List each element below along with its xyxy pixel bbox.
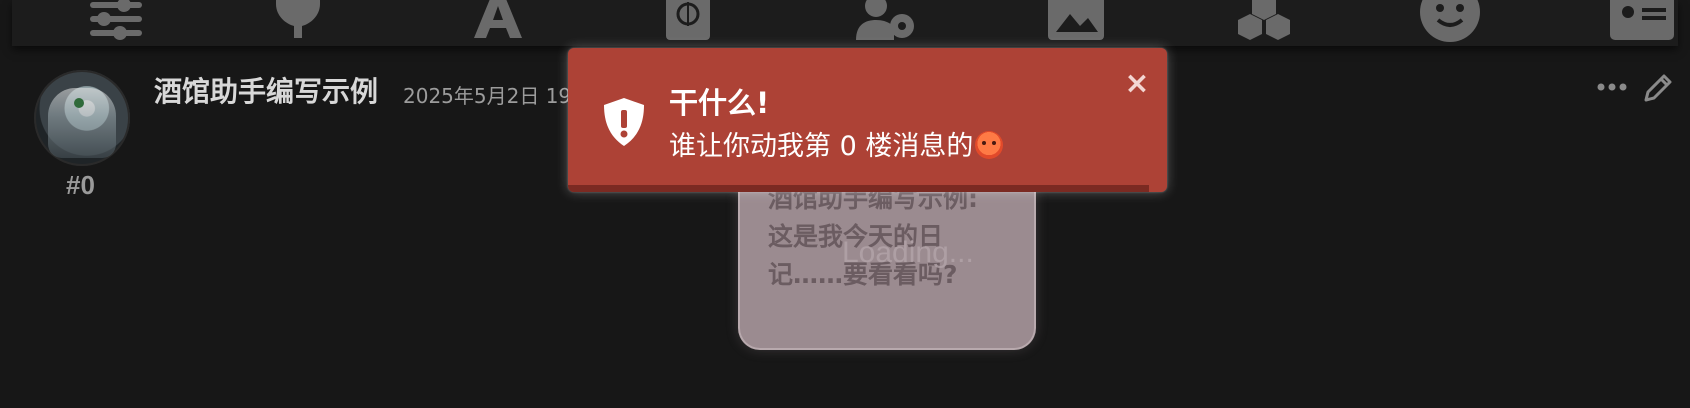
book-atlas-icon[interactable] <box>648 0 728 42</box>
image-icon[interactable] <box>1036 0 1116 42</box>
toast-progress-bar <box>568 185 1150 192</box>
font-icon[interactable] <box>458 0 538 42</box>
toast-message-line: 谁让你动我第 0 楼消息的 <box>669 124 1004 163</box>
address-card-icon[interactable] <box>1602 0 1682 42</box>
loading-text: Loading... <box>842 236 974 269</box>
avatar-accessory-detail <box>74 98 84 108</box>
cubes-icon[interactable] <box>1224 0 1304 42</box>
edit-pencil-icon[interactable] <box>1640 70 1676 106</box>
more-options-icon[interactable] <box>1594 72 1630 102</box>
message-index: #0 <box>66 170 95 200</box>
plug-icon[interactable] <box>258 0 338 42</box>
user-gear-icon[interactable] <box>846 0 926 42</box>
toast-title: 干什么! <box>669 86 770 120</box>
top-toolbar <box>12 0 1678 46</box>
close-icon[interactable]: × <box>1123 69 1151 99</box>
sliders-icon[interactable] <box>76 0 156 42</box>
message-bubble: 酒馆助手编写示例: 这是我今天的日记……要看看吗? Loading... <box>740 172 1034 348</box>
message-timestamp: 2025年5月2日 19 <box>403 84 568 108</box>
avatar[interactable] <box>34 70 130 166</box>
error-toast[interactable]: 干什么! 谁让你动我第 0 楼消息的 × <box>568 48 1167 192</box>
character-name: 酒馆助手编写示例 <box>154 75 379 108</box>
page: #0 酒馆助手编写示例 2025年5月2日 19 酒馆助手编写示例: 这是我今天… <box>0 0 1690 408</box>
toast-message: 谁让你动我第 0 楼消息的 <box>669 131 974 162</box>
smile-icon[interactable] <box>1410 0 1490 42</box>
shield-exclamation-icon <box>600 96 648 148</box>
angry-face-emoji-icon <box>975 131 1004 159</box>
